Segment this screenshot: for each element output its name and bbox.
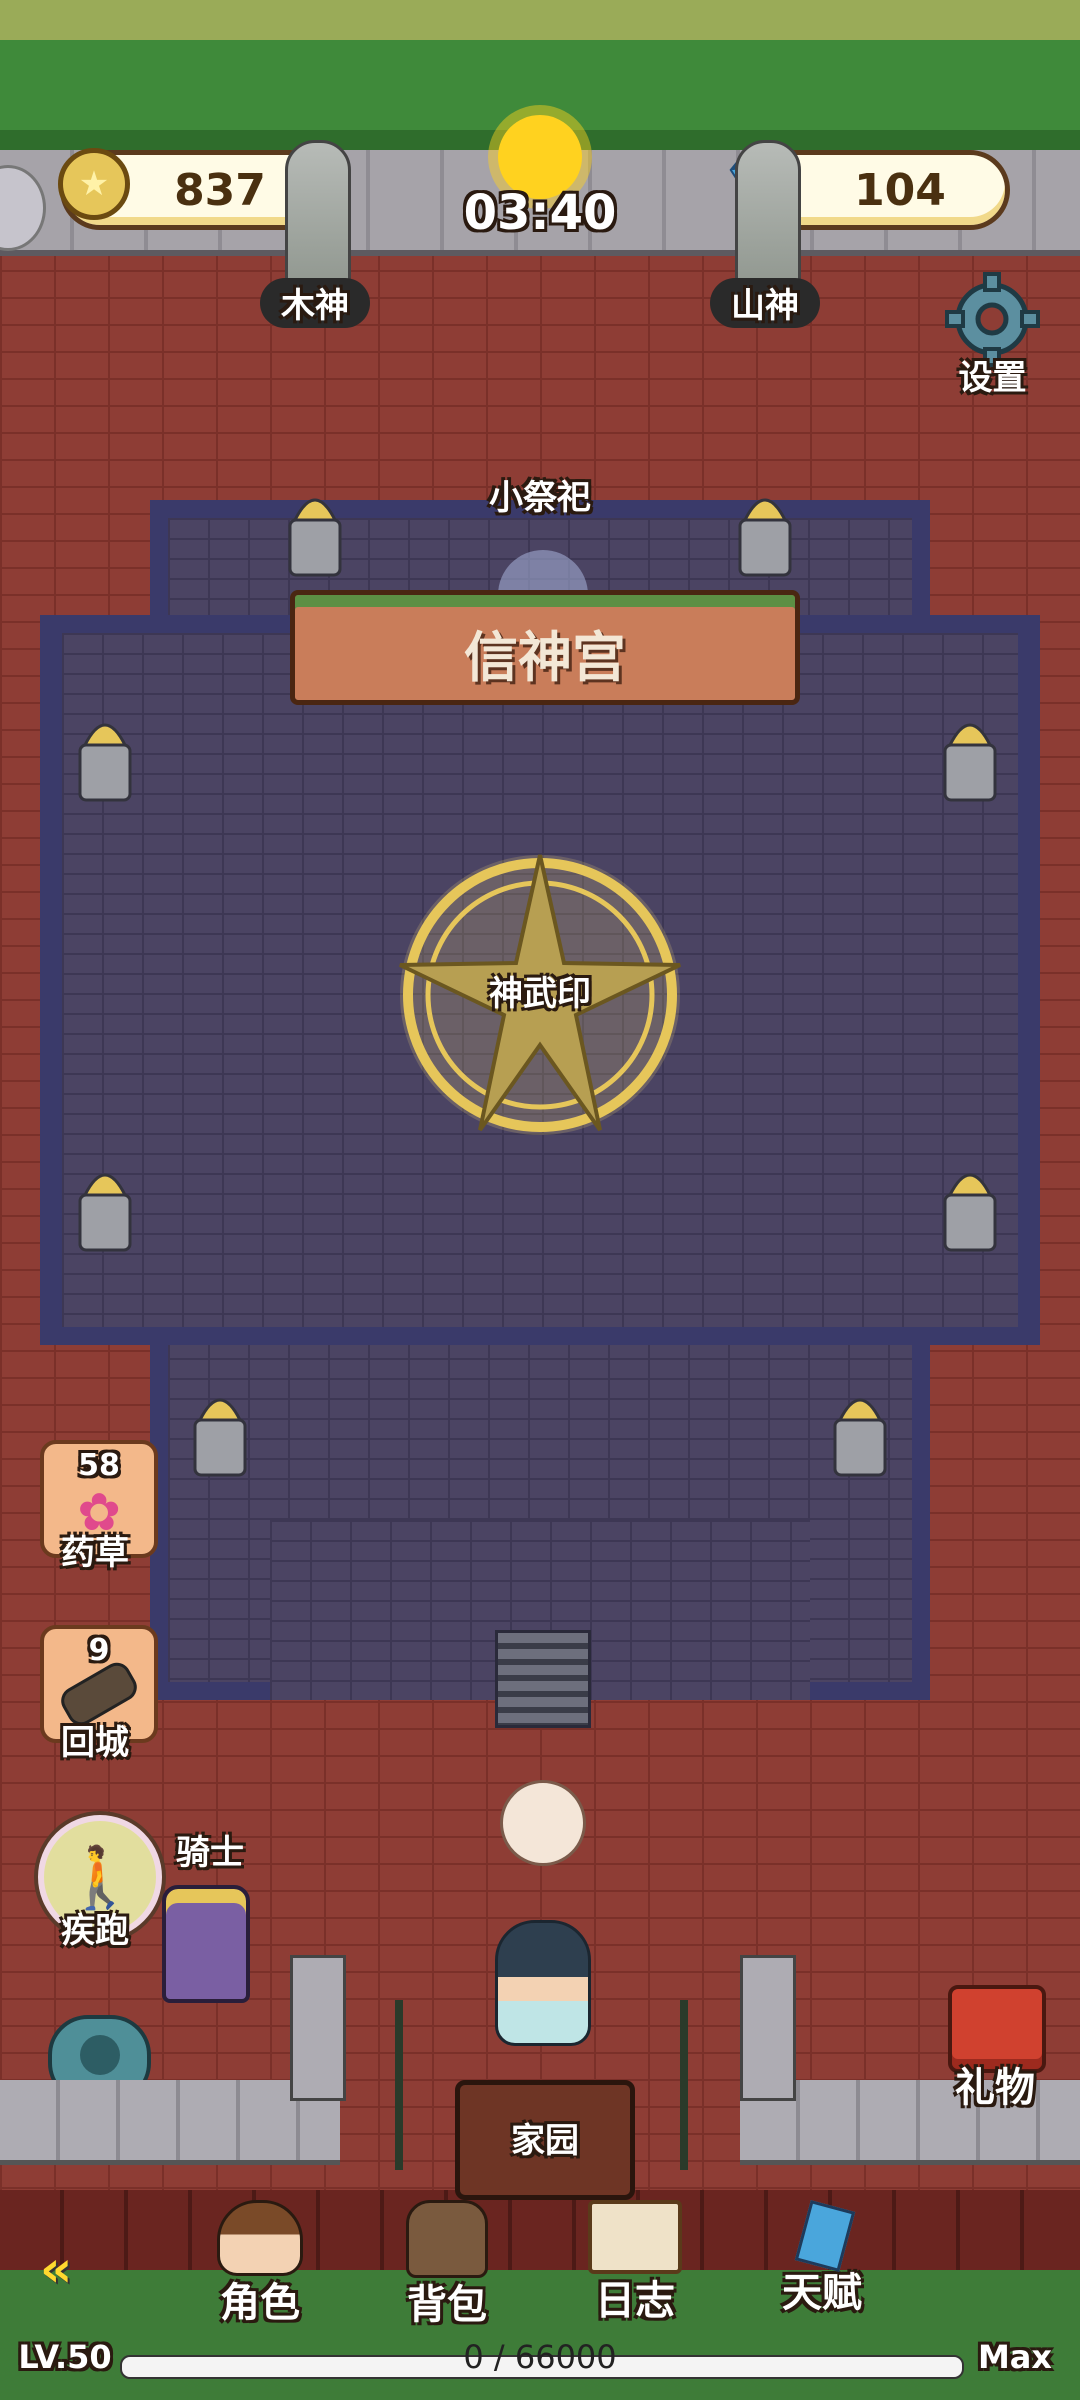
character-icon [217, 2200, 303, 2276]
level-label: LV.50 [18, 2338, 112, 2376]
winged-card-icon [777, 2200, 867, 2272]
nav-journal-label: 日志 [595, 2278, 675, 2324]
player-character[interactable] [495, 1920, 591, 2046]
pillar [943, 1173, 997, 1252]
gate-post-right [740, 1955, 796, 2101]
day-timer: 03:40 [463, 185, 617, 241]
seal-label: 神武印 [489, 974, 591, 1014]
return-city-label: 回城 [61, 1723, 129, 1763]
pet-sheep[interactable] [500, 1780, 586, 1866]
left-lower-wall [0, 2080, 340, 2165]
knight-label: 骑士 [176, 1833, 244, 1873]
temple-sign[interactable]: 信神宫 [290, 590, 800, 705]
xp-progress-text: 0 / 66000 [463, 2338, 617, 2376]
gem-value: 104 [854, 164, 946, 216]
return-count: 9 [88, 1633, 110, 1668]
assist-icon [79, 2035, 120, 2075]
pillar [193, 1398, 247, 1477]
nav-character[interactable]: 角色 [200, 2200, 320, 2326]
wood-god-statue[interactable] [285, 140, 351, 296]
pillar [288, 498, 342, 577]
backpack-icon [406, 2200, 488, 2278]
home-gate-label: 家园 [511, 2121, 579, 2161]
nav-character-label: 角色 [220, 2280, 300, 2326]
book-icon [588, 2200, 682, 2274]
home-gate[interactable]: 家园 [455, 2080, 635, 2200]
gate-post-left [290, 1955, 346, 2101]
nav-talent-label: 天赋 [782, 2270, 862, 2316]
temple-sign-text: 信神宫 [464, 626, 626, 689]
max-label: Max [977, 2338, 1053, 2376]
pillar [78, 723, 132, 802]
nav-talent[interactable]: 天赋 [762, 2200, 882, 2316]
nav-backpack[interactable]: 背包 [387, 2200, 507, 2328]
pillar [943, 723, 997, 802]
pillar [738, 498, 792, 577]
nav-backpack-label: 背包 [407, 2282, 487, 2328]
lamp-post-left [395, 2000, 403, 2170]
mountain-god-statue[interactable] [735, 140, 801, 296]
pillar [78, 1173, 132, 1252]
gift-label: 礼物 [955, 2065, 1035, 2111]
lower-brick-border [0, 2190, 1080, 2270]
settings-label: 设置 [958, 358, 1027, 398]
coin-value: 837 [174, 164, 266, 216]
small-shrine-label: 小祭祀 [489, 478, 591, 518]
herb-count: 58 [78, 1448, 120, 1483]
lamp-post-right [680, 2000, 688, 2170]
coin-icon: ★ [58, 148, 130, 220]
pillar [833, 1398, 887, 1477]
collapse-arrows-icon[interactable]: « [40, 2240, 150, 2298]
walking-person-icon: 🚶 [62, 1842, 138, 1913]
mountain-god-label: 山神 [710, 278, 820, 328]
nav-journal[interactable]: 日志 [575, 2200, 695, 2324]
knight-npc[interactable] [162, 1885, 250, 2003]
wood-god-label: 木神 [260, 278, 370, 328]
sprint-label: 疾跑 [61, 1911, 129, 1951]
herb-label: 药草 [61, 1533, 129, 1573]
